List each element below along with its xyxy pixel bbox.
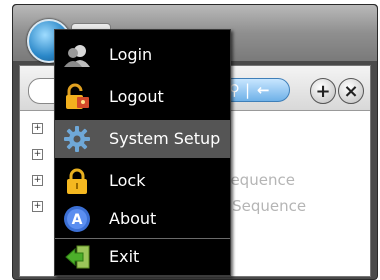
padlock-icon xyxy=(67,168,87,194)
users-icon xyxy=(64,45,90,67)
back-arrow-icon[interactable]: ← xyxy=(257,81,270,99)
divider: | xyxy=(245,81,251,99)
lock-key-icon xyxy=(66,83,89,109)
menu-item-login[interactable]: Login xyxy=(55,36,230,74)
menu-item-label: Login xyxy=(109,45,153,64)
menu-item-logout[interactable]: Logout xyxy=(55,78,230,116)
exit-arrow-icon xyxy=(65,245,90,269)
menu-item-label: About xyxy=(109,209,157,228)
menu-item-label: Logout xyxy=(109,87,164,106)
expand-icon[interactable]: + xyxy=(32,201,43,212)
menu-item-exit[interactable]: Exit xyxy=(55,238,230,276)
gear-icon xyxy=(64,126,90,152)
menu-item-system-setup[interactable]: System Setup xyxy=(55,120,230,158)
expand-icon[interactable]: + xyxy=(32,175,43,186)
expand-icon[interactable]: + xyxy=(32,149,43,160)
close-button[interactable]: × xyxy=(338,78,364,104)
menu-item-label: Lock xyxy=(109,171,146,190)
menu-item-about[interactable]: A About xyxy=(55,200,230,238)
svg-text:A: A xyxy=(72,212,83,228)
expand-icon[interactable]: + xyxy=(32,123,43,134)
add-button[interactable]: + xyxy=(310,78,336,104)
menu-item-lock[interactable]: Lock xyxy=(55,162,230,200)
menu-item-label: Exit xyxy=(109,247,140,266)
menu-item-label: System Setup xyxy=(109,129,221,148)
application-menu: Login Logout System Setup Lock A About E… xyxy=(54,29,231,276)
about-icon: A xyxy=(64,206,90,232)
